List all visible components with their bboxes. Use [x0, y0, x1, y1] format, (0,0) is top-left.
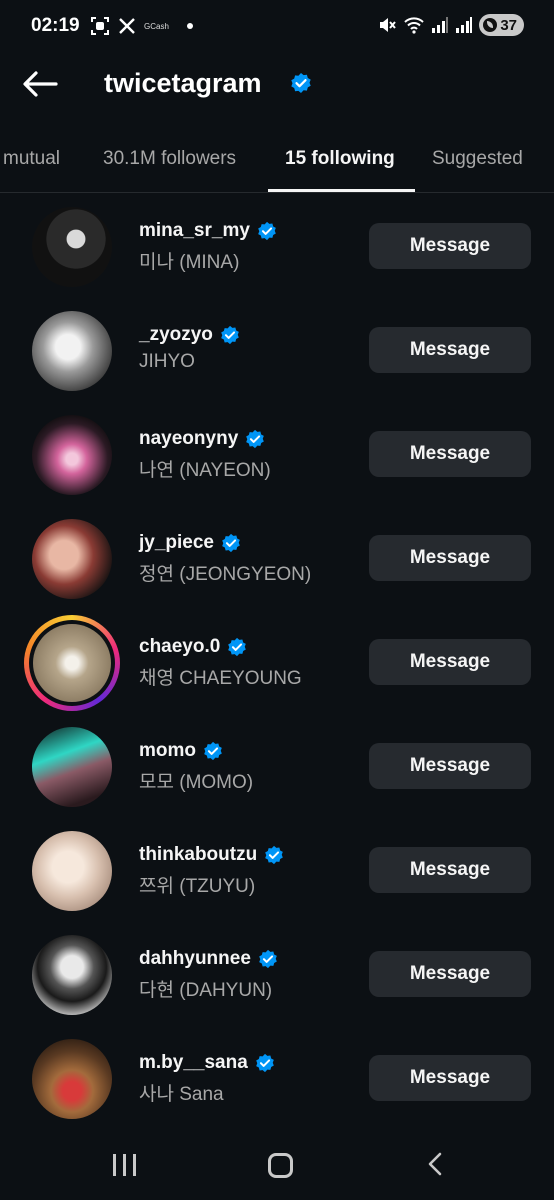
avatar — [33, 624, 111, 702]
display-name: 사나 Sana — [139, 1084, 224, 1105]
message-button[interactable]: Message — [369, 327, 531, 373]
verified-badge-icon — [255, 1053, 274, 1073]
avatar-story-ring[interactable] — [24, 615, 120, 711]
display-name: 나연 (NAYEON) — [139, 460, 271, 481]
avatar[interactable] — [32, 311, 112, 391]
status-time: 02:19 — [31, 15, 80, 36]
battery-level: 37 — [500, 16, 517, 34]
display-name: 채영 CHAEYOUNG — [139, 668, 302, 689]
list-item: mina_sr_my 미나 (MINA) Message — [0, 194, 554, 298]
message-button[interactable]: Message — [369, 431, 531, 477]
message-button[interactable]: Message — [369, 639, 531, 685]
status-right-icons: 37 — [377, 13, 524, 37]
tab-following[interactable]: 15 following — [285, 148, 395, 170]
battery-icon: 37 — [479, 14, 524, 36]
back-button[interactable] — [20, 66, 60, 102]
power-saving-icon — [483, 18, 498, 32]
profile-header: twicetagram — [0, 52, 554, 116]
tab-followers[interactable]: 30.1M followers — [103, 148, 236, 170]
username: _zyozyo — [139, 324, 213, 345]
status-left-icons: GCash — [90, 15, 193, 37]
list-item: jy_piece 정연 (JEONGYEON) Message — [0, 506, 554, 610]
recent-apps-icon[interactable] — [113, 1154, 136, 1176]
username-link[interactable]: chaeyo.0 — [139, 636, 247, 658]
username: dahhyunnee — [139, 948, 251, 969]
gcash-icon: GCash — [144, 21, 169, 31]
avatar[interactable] — [32, 727, 112, 807]
active-tab-indicator — [268, 189, 415, 192]
list-item: thinkaboutzu 쯔위 (TZUYU) Message — [0, 818, 554, 922]
verified-badge-icon — [265, 845, 284, 865]
x-logo-icon — [119, 18, 135, 34]
username-link[interactable]: _zyozyo — [139, 324, 240, 346]
username: thinkaboutzu — [139, 844, 258, 865]
signal-icon — [432, 17, 449, 33]
follow-tabs: mutual 30.1M followers 15 following Sugg… — [0, 126, 554, 193]
verified-badge-icon — [221, 325, 239, 345]
verified-badge-icon — [204, 741, 222, 761]
message-button[interactable]: Message — [369, 1055, 531, 1101]
list-item: momo 모모 (MOMO) Message — [0, 714, 554, 818]
verified-badge-icon — [246, 429, 265, 449]
message-button[interactable]: Message — [369, 535, 531, 581]
notification-dot — [186, 23, 193, 29]
username-link[interactable]: thinkaboutzu — [139, 844, 284, 866]
display-name: 정연 (JEONGYEON) — [139, 564, 312, 585]
tab-suggested[interactable]: Suggested — [432, 148, 523, 170]
avatar[interactable] — [32, 207, 112, 287]
display-name: 모모 (MOMO) — [139, 772, 254, 793]
display-name: 미나 (MINA) — [139, 252, 240, 273]
username-link[interactable]: nayeonyny — [139, 428, 265, 450]
list-item: dahhyunnee 다현 (DAHYUN) Message — [0, 922, 554, 1026]
username: m.by__sana — [139, 1052, 248, 1073]
username-link[interactable]: dahhyunnee — [139, 948, 278, 970]
username: chaeyo.0 — [139, 636, 221, 657]
username: momo — [139, 740, 196, 761]
list-item: _zyozyo JIHYO Message — [0, 298, 554, 402]
verified-badge-icon — [258, 221, 276, 241]
list-item: chaeyo.0 채영 CHAEYOUNG Message — [0, 610, 554, 714]
avatar[interactable] — [32, 831, 112, 911]
message-button[interactable]: Message — [369, 847, 531, 893]
verified-badge-icon — [228, 637, 247, 657]
avatar[interactable] — [32, 1039, 112, 1119]
arrow-left-icon — [23, 71, 58, 97]
username-link[interactable]: mina_sr_my — [139, 220, 277, 242]
avatar[interactable] — [32, 519, 112, 599]
display-name: JIHYO — [139, 351, 195, 372]
username: mina_sr_my — [139, 220, 250, 241]
list-item: m.by__sana 사나 Sana Message — [0, 1026, 554, 1130]
verified-badge-icon — [259, 949, 277, 969]
status-bar: 02:19 GCash 37 — [0, 0, 554, 52]
username: nayeonyny — [139, 428, 239, 449]
display-name: 쯔위 (TZUYU) — [139, 876, 256, 897]
home-icon[interactable] — [268, 1153, 293, 1178]
avatar[interactable] — [32, 935, 112, 1015]
mute-icon — [380, 18, 397, 32]
message-button[interactable]: Message — [369, 951, 531, 997]
wifi-icon — [404, 17, 425, 34]
page-title: twicetagram — [104, 68, 262, 98]
username: jy_piece — [139, 532, 214, 553]
username-link[interactable]: jy_piece — [139, 532, 241, 554]
system-nav-bar — [0, 1130, 554, 1200]
message-button[interactable]: Message — [369, 743, 531, 789]
avatar[interactable] — [32, 415, 112, 495]
verified-badge-icon — [222, 533, 240, 553]
display-name: 다현 (DAHYUN) — [139, 980, 273, 1001]
tab-mutual[interactable]: mutual — [3, 148, 60, 170]
username-link[interactable]: m.by__sana — [139, 1052, 275, 1074]
signal-icon — [456, 17, 473, 33]
verified-badge-icon — [291, 73, 311, 93]
username-link[interactable]: momo — [139, 740, 223, 762]
message-button[interactable]: Message — [369, 223, 531, 269]
list-item: nayeonyny 나연 (NAYEON) Message — [0, 402, 554, 506]
screenshot-icon — [91, 17, 109, 35]
back-icon[interactable] — [426, 1152, 444, 1176]
